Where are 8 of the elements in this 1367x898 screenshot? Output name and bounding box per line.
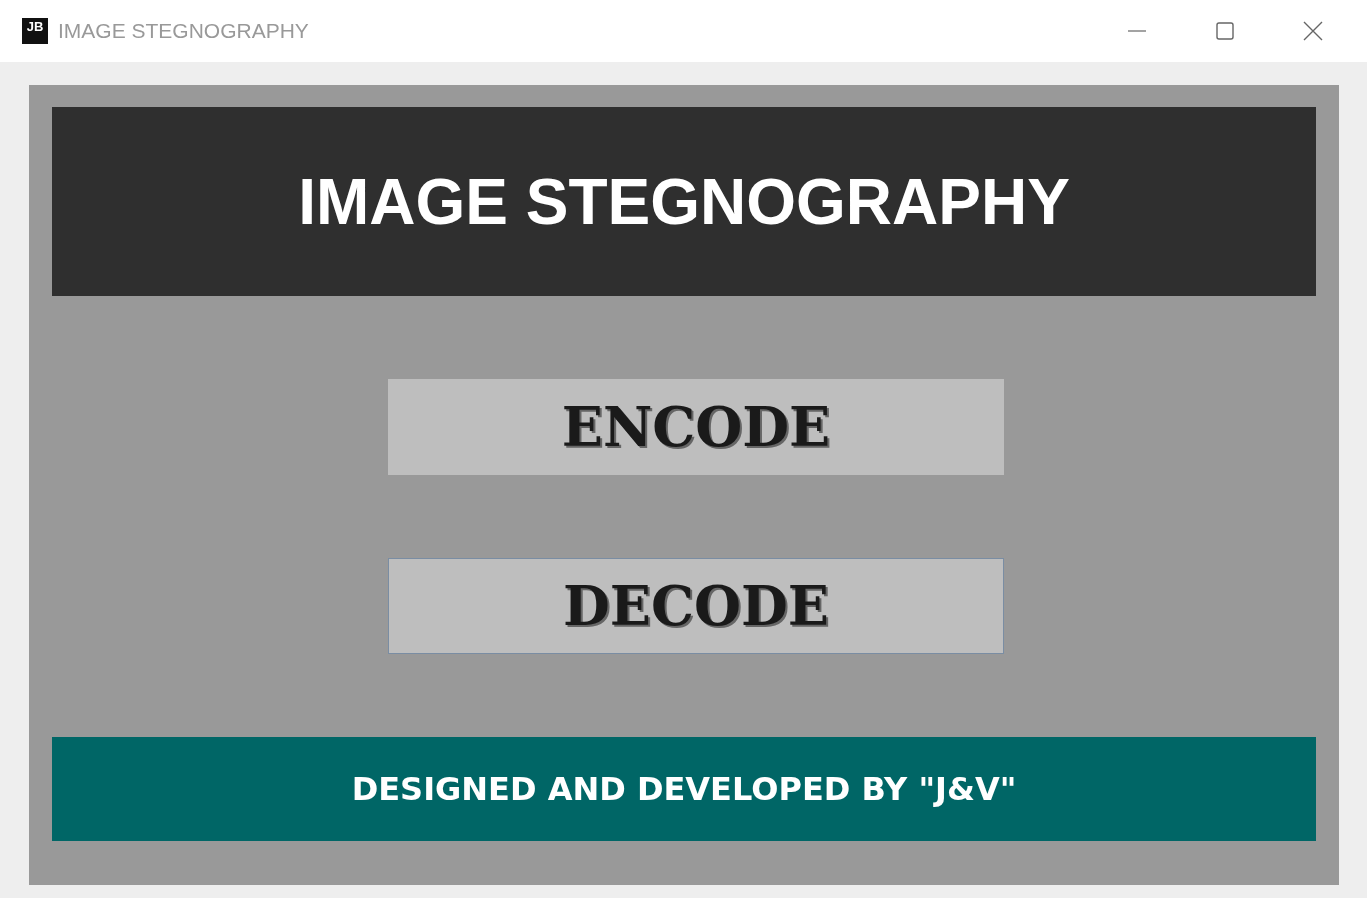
credits-text: DESIGNED AND DEVELOPED BY "J&V" [351, 770, 1017, 808]
action-button[interactable]: DECODE [388, 558, 1004, 654]
app-logo: JB [22, 18, 48, 44]
action-button[interactable]: ENCODE [388, 379, 1004, 475]
maximize-icon[interactable] [1215, 21, 1235, 41]
window-title: IMAGE STEGNOGRAPHY [58, 19, 309, 43]
app-heading: IMAGE STEGNOGRAPHY [298, 164, 1070, 239]
close-icon[interactable] [1303, 21, 1323, 41]
